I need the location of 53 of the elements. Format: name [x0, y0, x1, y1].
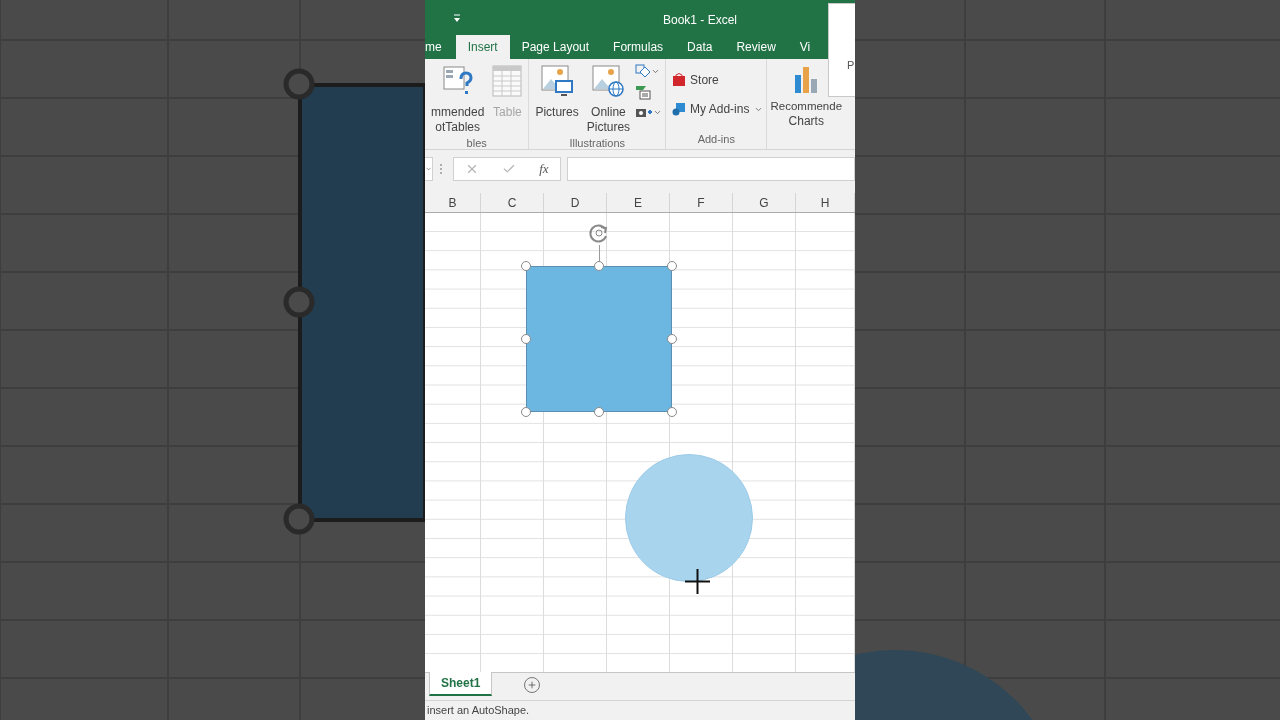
name-box[interactable] [425, 156, 433, 181]
resize-handle[interactable] [521, 261, 531, 271]
grip-icon [439, 162, 443, 175]
picture-globe-icon [592, 65, 625, 97]
camera-plus-icon[interactable] [635, 106, 654, 118]
ribbon-tab[interactable]: Data [675, 35, 725, 59]
plus-icon [527, 680, 538, 690]
shapes-icon[interactable] [635, 64, 652, 78]
crosshair-cursor-icon [685, 569, 710, 594]
pivot-table-icon [442, 65, 473, 97]
resize-handle[interactable] [521, 407, 531, 417]
group-label: Illustrations [569, 136, 626, 151]
pivot-button[interactable]: mmended otTables [428, 59, 488, 135]
status-text: insert an AutoShape. [427, 703, 530, 719]
ribbon-tab[interactable]: Review [724, 35, 788, 59]
resize-handle[interactable] [594, 407, 604, 417]
table-icon [492, 65, 523, 97]
rectangle-shape[interactable] [526, 266, 672, 412]
caret-icon[interactable] [425, 164, 432, 173]
resize-handle[interactable] [667, 261, 677, 271]
column-header[interactable]: G [733, 193, 796, 212]
pictures-button[interactable]: Pictures [532, 59, 582, 135]
popup-card: P [828, 3, 855, 97]
group-label: bles [466, 136, 487, 151]
bar-chart-icon [795, 67, 818, 93]
column-header[interactable]: F [670, 193, 733, 212]
sheet-tab[interactable]: Sheet1 [429, 672, 493, 696]
store-button[interactable]: Store [672, 71, 764, 89]
cubes-icon [672, 102, 687, 116]
window-title: Book1 - Excel [663, 12, 738, 29]
resize-handle[interactable] [667, 407, 677, 417]
column-header[interactable]: C [481, 193, 544, 212]
formula-input[interactable] [567, 156, 855, 181]
resize-handle[interactable] [594, 261, 604, 271]
resize-handle[interactable] [521, 334, 531, 344]
insert-function-button[interactable]: fx [539, 158, 549, 179]
ribbon-tab[interactable]: Vi [787, 35, 823, 59]
group-label: Add-ins [697, 131, 735, 147]
quick-access-icon[interactable] [453, 12, 461, 23]
picture-monitor-icon [541, 65, 574, 97]
ribbon-tab[interactable]: Formulas [601, 35, 676, 59]
column-header[interactable]: E [607, 193, 670, 212]
resize-handle[interactable] [667, 334, 677, 344]
smartart-icon[interactable] [635, 84, 652, 100]
shopping-bag-icon [672, 73, 687, 87]
column-header[interactable]: D [544, 193, 607, 212]
column-header[interactable]: B [425, 193, 481, 212]
ribbon-tab[interactable]: Insert [455, 35, 510, 59]
rotate-handle-icon[interactable] [588, 222, 610, 244]
ribbon-tab[interactable]: Page Layout [509, 35, 602, 59]
my-add-ins-button[interactable]: My Add-ins [672, 100, 764, 118]
ribbon-tab[interactable]: me [425, 35, 456, 59]
online-button[interactable]: Online Pictures [583, 59, 634, 135]
